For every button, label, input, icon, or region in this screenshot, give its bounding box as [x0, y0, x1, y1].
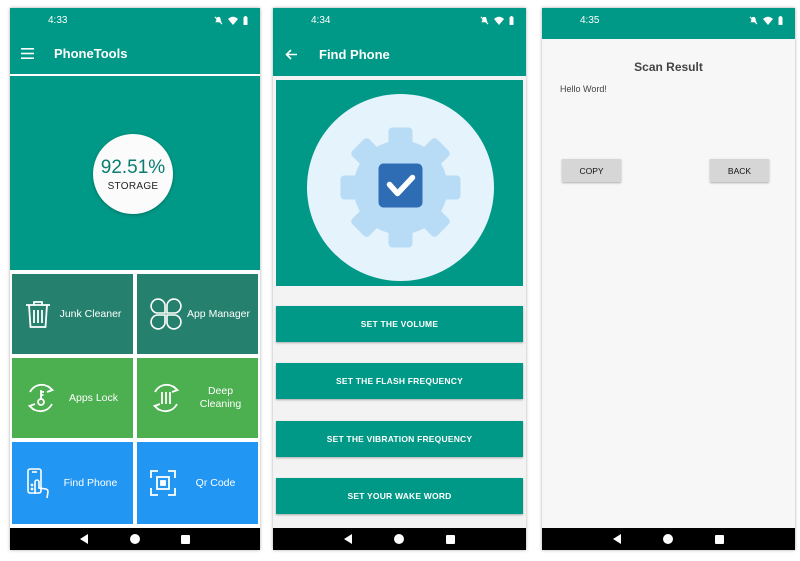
- trash-icon: [26, 301, 50, 328]
- mute-icon: [749, 16, 758, 24]
- back-button[interactable]: BACK: [710, 159, 769, 182]
- back-nav-icon[interactable]: [80, 534, 89, 544]
- status-bar: 4:34: [273, 8, 526, 32]
- nav-bar: [10, 528, 260, 550]
- qr-icon: [150, 470, 176, 496]
- copy-button[interactable]: COPY: [562, 159, 621, 182]
- phone-touch-icon: [27, 468, 49, 499]
- find-phone-screen: 4:34 Find Phone SET THE VOLUME SET THE F…: [273, 8, 526, 550]
- deep-clean-icon: [152, 383, 180, 413]
- junk-cleaner-label: Junk Cleaner: [59, 307, 122, 320]
- scan-result-screen: 4:35 Scan Result Hello Word! COPY BACK: [542, 8, 795, 550]
- recents-nav-icon[interactable]: [715, 534, 725, 544]
- deep-cleaning-label: Deep Cleaning: [199, 385, 242, 410]
- home-screen: 4:33 PhoneTools 92.51% STORAGE Junk Clea…: [10, 8, 260, 550]
- wifi-icon: [228, 16, 238, 25]
- back-nav-icon[interactable]: [343, 534, 353, 544]
- app-bar: PhoneTools: [10, 32, 260, 76]
- key-lock-icon: [27, 383, 55, 413]
- status-time: 4:34: [311, 14, 331, 26]
- recents-nav-icon[interactable]: [446, 534, 456, 544]
- app-manager-tile[interactable]: App Manager: [137, 274, 258, 354]
- battery-icon: [243, 15, 248, 25]
- deep-cleaning-tile[interactable]: Deep Cleaning: [137, 358, 258, 438]
- mute-icon: [214, 16, 223, 24]
- apps-lock-label: Apps Lock: [68, 391, 119, 404]
- app-title: PhoneTools: [54, 45, 128, 61]
- status-time: 4:35: [580, 14, 600, 26]
- hero-circle: [307, 94, 494, 281]
- status-bar: 4:35: [542, 8, 795, 32]
- wifi-icon: [494, 16, 504, 25]
- hero-banner: [276, 80, 523, 286]
- set-flash-frequency-button[interactable]: SET THE FLASH FREQUENCY: [276, 363, 523, 399]
- wifi-icon: [763, 16, 773, 25]
- storage-indicator[interactable]: 92.51% STORAGE: [93, 134, 173, 214]
- app-bar: Find Phone: [273, 32, 526, 76]
- scan-result-text: Hello Word!: [560, 84, 607, 94]
- home-nav-icon[interactable]: [394, 534, 405, 544]
- storage-percent: 92.51%: [100, 156, 166, 178]
- scan-result-title: Scan Result: [634, 60, 703, 74]
- find-phone-tile[interactable]: Find Phone: [12, 442, 133, 524]
- junk-cleaner-tile[interactable]: Junk Cleaner: [12, 274, 133, 354]
- set-volume-button[interactable]: SET THE VOLUME: [276, 306, 523, 342]
- set-wake-word-button[interactable]: SET YOUR WAKE WORD: [276, 478, 523, 514]
- status-bar: 4:33: [10, 8, 260, 32]
- gear-check-icon: [340, 127, 461, 248]
- home-nav-icon[interactable]: [129, 534, 140, 544]
- back-arrow-icon[interactable]: [285, 48, 297, 60]
- status-time: 4:33: [48, 14, 68, 26]
- apps-lock-tile[interactable]: Apps Lock: [12, 358, 133, 438]
- screen-title: Find Phone: [319, 46, 390, 62]
- clover-icon: [150, 298, 182, 330]
- mute-icon: [480, 16, 489, 24]
- home-nav-icon[interactable]: [663, 534, 674, 544]
- nav-bar: [542, 528, 795, 550]
- qr-code-tile[interactable]: Qr Code: [137, 442, 258, 524]
- find-phone-label: Find Phone: [63, 476, 118, 489]
- menu-icon[interactable]: [21, 47, 34, 59]
- battery-icon: [778, 15, 783, 25]
- battery-icon: [509, 15, 514, 25]
- nav-bar: [273, 528, 526, 550]
- qr-code-label: Qr Code: [195, 476, 236, 489]
- app-manager-label: App Manager: [186, 307, 251, 320]
- recents-nav-icon[interactable]: [180, 534, 190, 544]
- storage-label: STORAGE: [107, 180, 159, 192]
- back-nav-icon[interactable]: [612, 534, 622, 544]
- set-vibration-frequency-button[interactable]: SET THE VIBRATION FREQUENCY: [276, 421, 523, 457]
